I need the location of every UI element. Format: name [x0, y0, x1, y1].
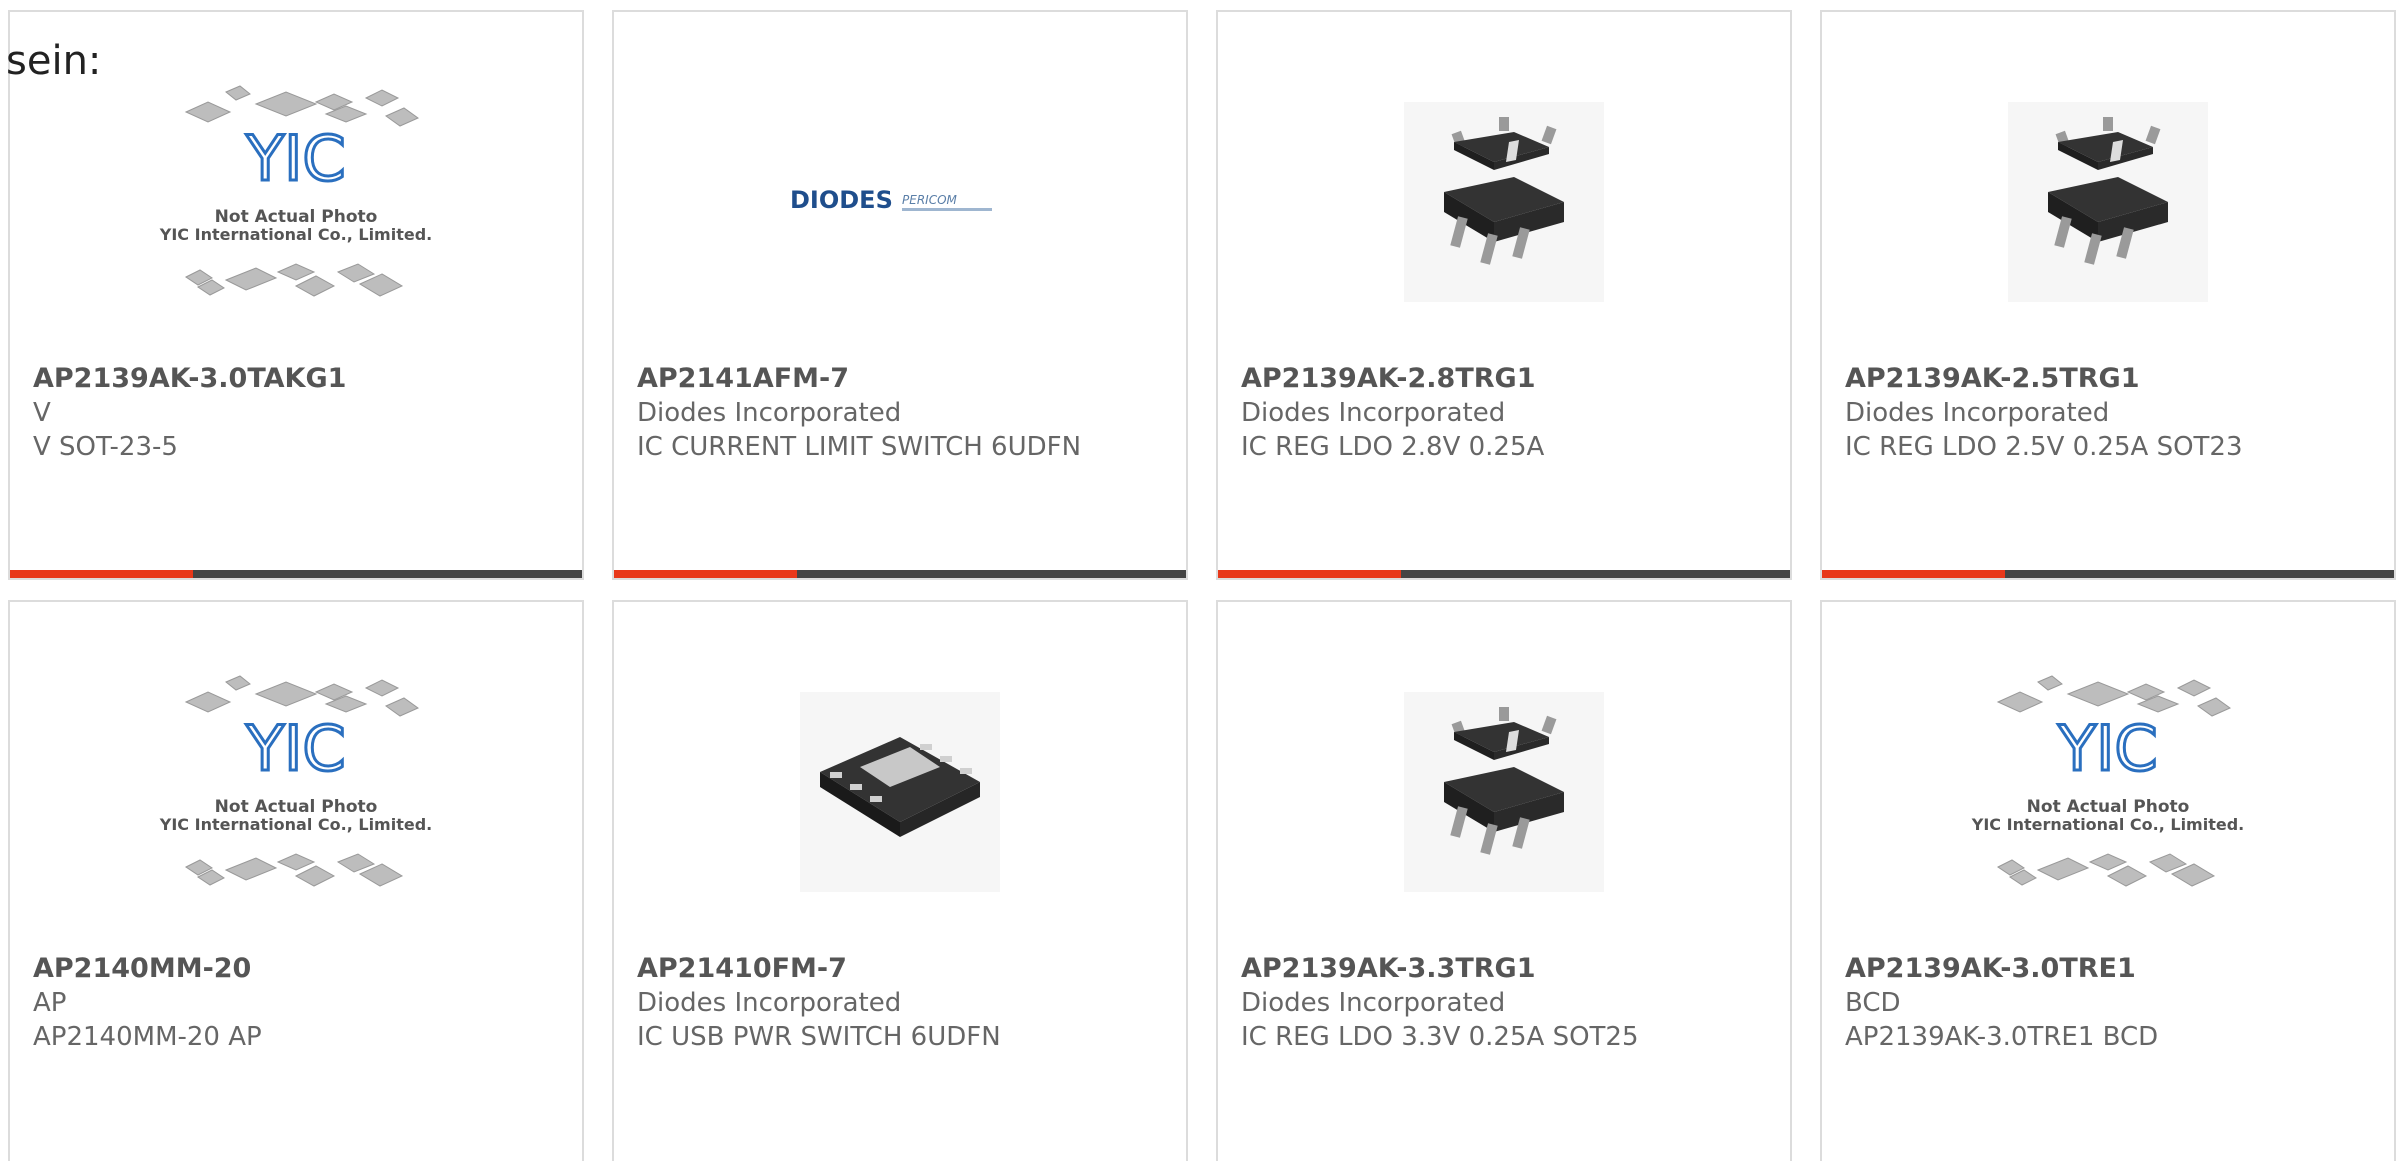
product-card[interactable]: AP21410FM-7 Diodes Incorporated IC USB P… — [612, 600, 1188, 1161]
part-number[interactable]: AP2141AFM-7 — [637, 362, 1166, 396]
description: AP2140MM-20 AP — [33, 1022, 262, 1052]
svg-text:YIC International Co., Limited: YIC International Co., Limited. — [159, 815, 432, 834]
manufacturer: Diodes Incorporated — [1845, 398, 2110, 428]
card-accent-bar — [1218, 570, 1790, 578]
description: IC REG LDO 2.8V 0.25A — [1241, 432, 1545, 462]
card-accent-bar — [10, 570, 582, 578]
product-image-diodes-logo: DIODES PERICOM — [614, 52, 1186, 352]
svg-text:PERICOM: PERICOM — [902, 193, 958, 207]
svg-text:YIC: YIC — [245, 712, 345, 785]
part-number[interactable]: AP21410FM-7 — [637, 952, 1166, 986]
manufacturer: AP — [33, 988, 67, 1018]
yic-logo-text: YIC — [245, 122, 345, 195]
manufacturer: V — [33, 398, 51, 428]
description: IC USB PWR SWITCH 6UDFN — [637, 1022, 1001, 1052]
product-card[interactable]: DIODES PERICOM AP2141AFM-7 Diodes Incorp… — [612, 10, 1188, 580]
svg-text:YIC International Co., Limited: YIC International Co., Limited. — [159, 225, 432, 244]
product-card[interactable]: AP2139AK-2.5TRG1 Diodes Incorporated IC … — [1820, 10, 2396, 580]
manufacturer: BCD — [1845, 988, 1901, 1018]
product-image-sot23 — [1218, 52, 1790, 352]
product-card[interactable]: AP2139AK-3.3TRG1 Diodes Incorporated IC … — [1216, 600, 1792, 1161]
part-number[interactable]: AP2139AK-3.0TAKG1 — [33, 362, 562, 396]
intro-text: sein: — [6, 38, 102, 84]
part-number[interactable]: AP2139AK-3.3TRG1 — [1241, 952, 1770, 986]
product-card[interactable]: YIC Not Actual Photo YIC International C… — [1820, 600, 2396, 1161]
product-card[interactable]: YIC Not Actual Photo YIC International C… — [8, 10, 584, 580]
manufacturer: Diodes Incorporated — [1241, 398, 1506, 428]
part-number[interactable]: AP2139AK-2.5TRG1 — [1845, 362, 2374, 396]
description: IC CURRENT LIMIT SWITCH 6UDFN — [637, 432, 1082, 462]
manufacturer: Diodes Incorporated — [1241, 988, 1506, 1018]
product-image-placeholder: YIC Not Actual Photo YIC International C… — [10, 52, 582, 352]
product-image-sot23 — [1218, 642, 1790, 942]
description: IC REG LDO 3.3V 0.25A SOT25 — [1241, 1022, 1639, 1052]
part-number[interactable]: AP2140MM-20 — [33, 952, 562, 986]
card-accent-bar — [1822, 570, 2394, 578]
manufacturer: Diodes Incorporated — [637, 988, 902, 1018]
part-number[interactable]: AP2139AK-2.8TRG1 — [1241, 362, 1770, 396]
svg-text:YIC International Co., Limited: YIC International Co., Limited. — [1971, 815, 2244, 834]
description: AP2139AK-3.0TRE1 BCD — [1845, 1022, 2159, 1052]
description: V SOT-23-5 — [33, 432, 178, 462]
svg-text:Not Actual Photo: Not Actual Photo — [215, 797, 378, 817]
product-card[interactable]: YIC Not Actual Photo YIC International C… — [8, 600, 584, 1161]
product-image-placeholder: YIC Not Actual Photo YIC International C… — [10, 642, 582, 942]
product-image-udfn — [614, 642, 1186, 942]
svg-text:Not Actual Photo: Not Actual Photo — [215, 207, 378, 227]
part-number[interactable]: AP2139AK-3.0TRE1 — [1845, 952, 2374, 986]
product-card[interactable]: AP2139AK-2.8TRG1 Diodes Incorporated IC … — [1216, 10, 1792, 580]
description: IC REG LDO 2.5V 0.25A SOT23 — [1845, 432, 2243, 462]
product-image-placeholder: YIC Not Actual Photo YIC International C… — [1822, 642, 2394, 942]
svg-text:DIODES: DIODES — [790, 186, 893, 214]
manufacturer: Diodes Incorporated — [637, 398, 902, 428]
svg-text:Not Actual Photo: Not Actual Photo — [2027, 797, 2190, 817]
svg-text:YIC: YIC — [2057, 712, 2157, 785]
card-accent-bar — [614, 570, 1186, 578]
product-image-sot23 — [1822, 52, 2394, 352]
